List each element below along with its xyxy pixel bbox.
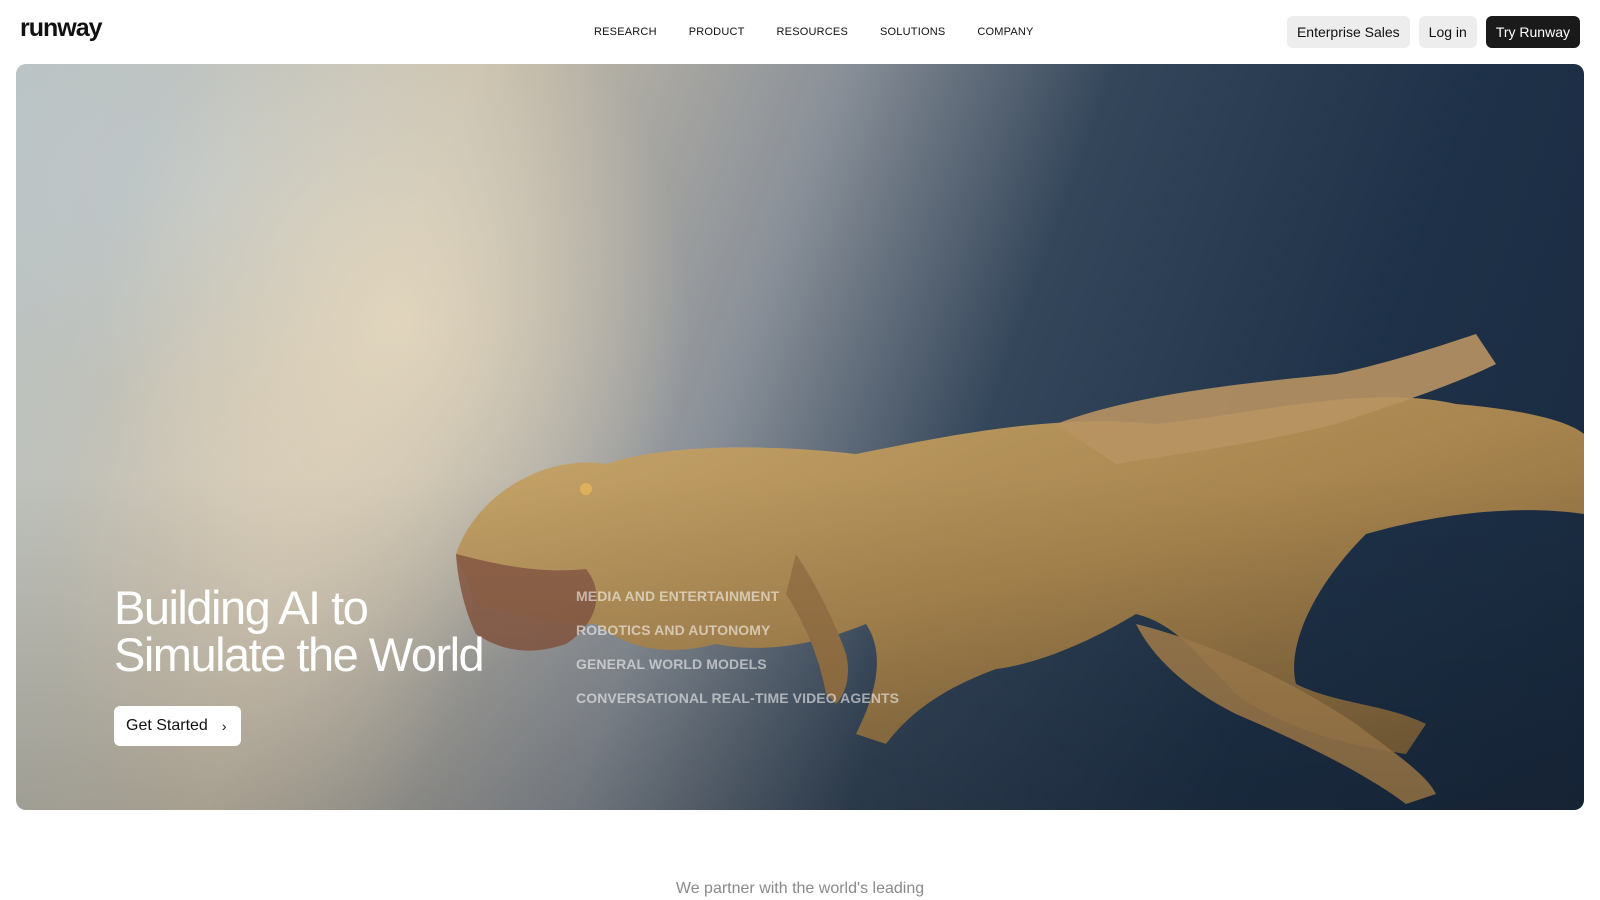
site-header: runway RESEARCH PRODUCT RESOURCES SOLUTI…: [0, 0, 1600, 64]
nav-research[interactable]: RESEARCH: [594, 26, 657, 38]
headline-line-1: Building AI to: [114, 581, 369, 634]
get-started-button[interactable]: Get Started ›: [114, 706, 241, 746]
sector-list: MEDIA AND ENTERTAINMENT ROBOTICS AND AUT…: [576, 588, 899, 706]
header-actions: Enterprise Sales Log in Try Runway: [1286, 16, 1580, 48]
sector-robotics-autonomy[interactable]: ROBOTICS AND AUTONOMY: [576, 622, 899, 638]
headline-line-2: Simulate the World: [114, 628, 485, 681]
hero-headline: Building AI to Simulate the World: [114, 581, 485, 681]
partner-intro-text: We partner with the world's leading: [675, 880, 925, 897]
login-button[interactable]: Log in: [1418, 16, 1477, 48]
sector-general-world-models[interactable]: GENERAL WORLD MODELS: [576, 656, 899, 672]
sector-video-agents[interactable]: CONVERSATIONAL REAL-TIME VIDEO AGENTS: [576, 690, 899, 706]
nav-resources[interactable]: RESOURCES: [777, 26, 848, 38]
sector-media-entertainment[interactable]: MEDIA AND ENTERTAINMENT: [576, 588, 899, 604]
runway-logo[interactable]: runway: [20, 14, 103, 43]
main-nav: RESEARCH PRODUCT RESOURCES SOLUTIONS COM…: [594, 26, 1034, 38]
enterprise-sales-button[interactable]: Enterprise Sales: [1286, 16, 1410, 48]
chevron-right-icon: ›: [221, 718, 227, 734]
nav-solutions[interactable]: SOLUTIONS: [880, 26, 945, 38]
nav-product[interactable]: PRODUCT: [689, 26, 745, 38]
hero-banner: Building AI to Simulate the World Get St…: [16, 64, 1584, 810]
get-started-label: Get Started: [126, 717, 208, 734]
try-runway-button[interactable]: Try Runway: [1485, 16, 1580, 48]
nav-company[interactable]: COMPANY: [977, 26, 1033, 38]
